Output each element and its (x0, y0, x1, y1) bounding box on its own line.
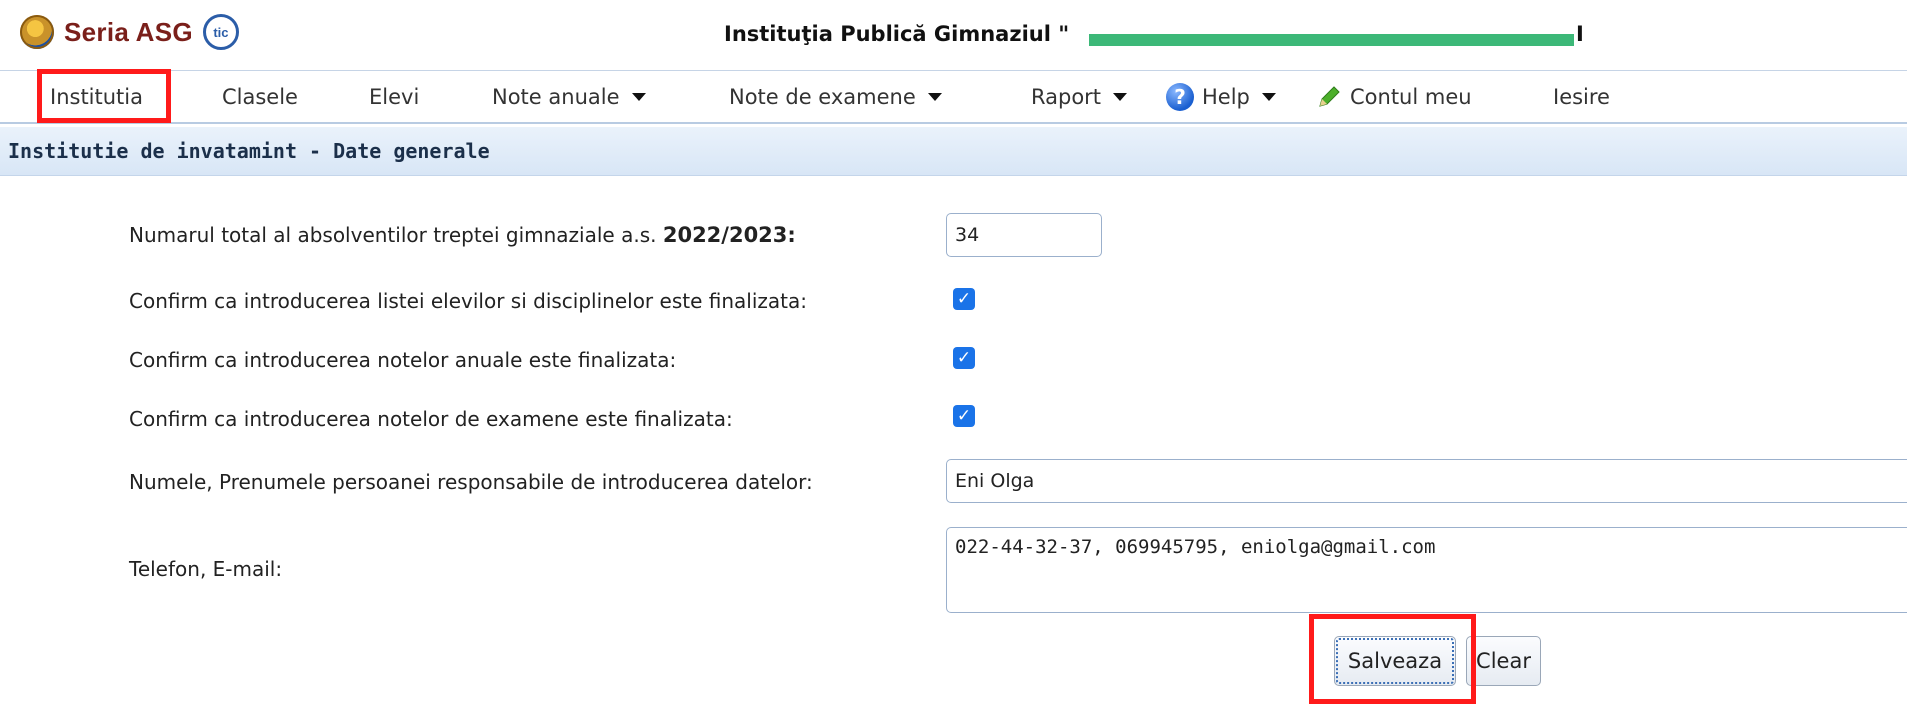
help-icon: ? (1166, 83, 1194, 111)
brand: Seria ASG tic (20, 12, 239, 52)
nav-item-iesire[interactable]: Iesire (1553, 71, 1610, 123)
contact-label: Telefon, E-mail: (129, 557, 283, 581)
main-nav: Institutia Clasele Elevi Note anuale Not… (0, 70, 1907, 124)
state-seal-logo (20, 15, 54, 49)
responsible-label: Numele, Prenumele persoanei responsabile… (129, 470, 813, 494)
brand-text: Seria ASG (64, 16, 193, 47)
nav-item-note-de-examene[interactable]: Note de examene (729, 71, 942, 123)
save-button[interactable]: Salveaza (1334, 636, 1456, 686)
pencil-icon (1319, 86, 1340, 107)
nav-item-help[interactable]: ? Help (1166, 71, 1276, 123)
nav-item-note-anuale[interactable]: Note anuale (492, 71, 646, 123)
institution-title: Instituţia Publică Gimnaziul " (724, 22, 1070, 46)
caret-down-icon (631, 93, 646, 101)
caret-down-icon (927, 93, 942, 101)
graduates-label: Numarul total al absolventilor treptei g… (129, 223, 796, 247)
nav-item-elevi[interactable]: Elevi (369, 71, 419, 123)
section-header: Institutie de invatamint - Date generale (0, 127, 1907, 176)
section-title: Institutie de invatamint - Date generale (8, 139, 490, 163)
clear-button[interactable]: Clear (1466, 636, 1541, 686)
nav-item-clasele[interactable]: Clasele (222, 71, 298, 123)
confirm-annual-label: Confirm ca introducerea notelor anuale e… (129, 348, 677, 372)
tic-logo: tic (202, 14, 239, 50)
confirm-exam-checkbox[interactable]: ✓ (953, 405, 975, 427)
institution-title-tail: I (1576, 22, 1584, 46)
nav-item-raport[interactable]: Raport (1031, 71, 1128, 123)
nav-item-institutia[interactable]: Institutia (50, 71, 143, 123)
header: Seria ASG tic Instituţia Publică Gimnazi… (0, 0, 1907, 70)
responsible-person-input[interactable] (946, 459, 1907, 503)
graduates-count-input[interactable] (946, 213, 1102, 257)
confirm-annual-checkbox[interactable]: ✓ (953, 347, 975, 369)
confirm-lists-checkbox[interactable]: ✓ (953, 288, 975, 310)
caret-down-icon (1261, 93, 1276, 101)
redaction-mark (1089, 34, 1574, 46)
nav-item-contul-meu[interactable]: Contul meu (1316, 71, 1472, 123)
contact-textarea[interactable]: 022-44-32-37, 069945795, eniolga@gmail.c… (946, 527, 1907, 613)
confirm-exam-label: Confirm ca introducerea notelor de exame… (129, 407, 733, 431)
caret-down-icon (1113, 93, 1128, 101)
confirm-lists-label: Confirm ca introducerea listei elevilor … (129, 289, 807, 313)
